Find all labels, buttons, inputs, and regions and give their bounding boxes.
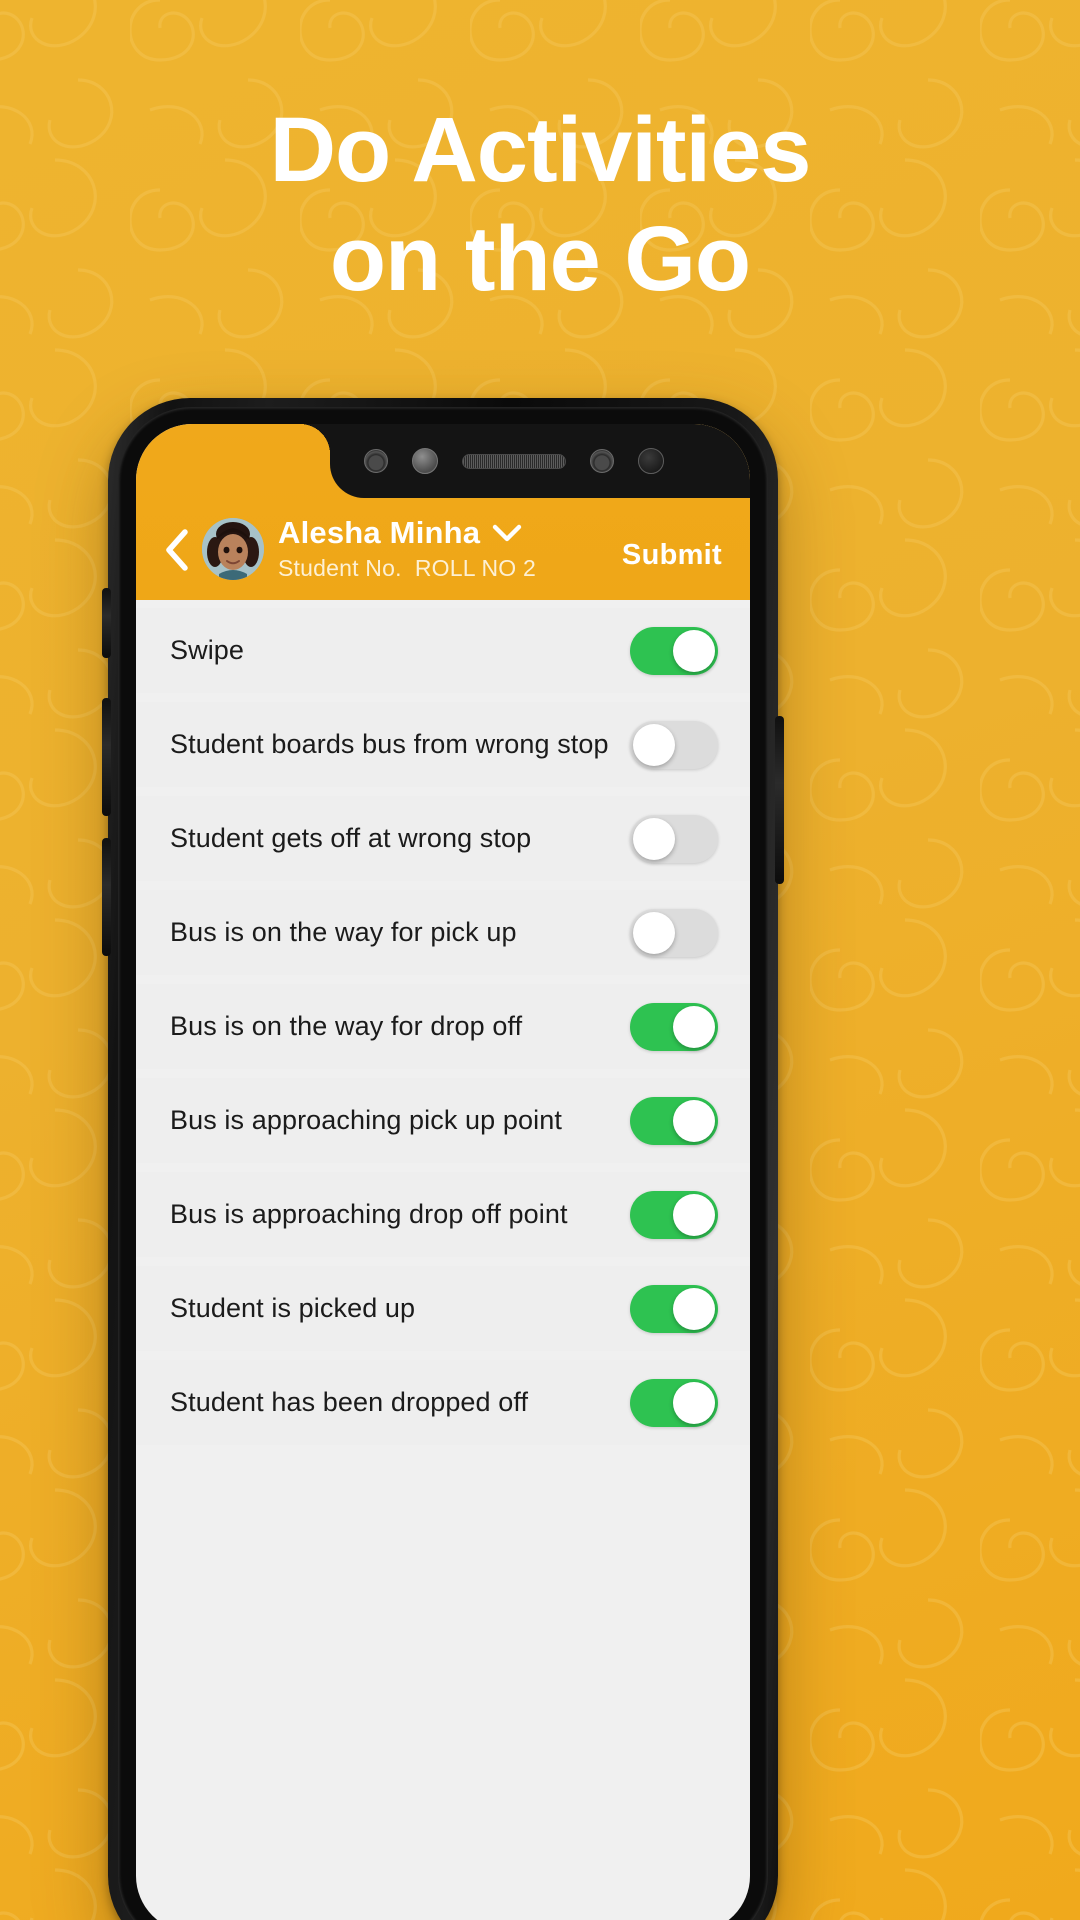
activity-row-label: Student has been dropped off	[170, 1387, 529, 1417]
activity-toggle[interactable]	[630, 908, 718, 957]
phone-notch	[300, 424, 750, 498]
proximity-sensor-icon	[590, 449, 614, 473]
activity-toggle[interactable]	[630, 720, 718, 769]
phone-mockup: Alesha Minha Student No. ROLL NO 2 Submi…	[102, 398, 784, 1920]
submit-button[interactable]: Submit	[620, 535, 724, 576]
activity-row[interactable]: Student gets off at wrong stop	[136, 796, 750, 881]
activity-row-label: Bus is approaching drop off point	[170, 1199, 568, 1229]
back-button[interactable]	[154, 522, 200, 578]
activity-toggle[interactable]	[630, 1190, 718, 1239]
promo-headline: Do Activities on the Go	[0, 96, 1080, 313]
front-camera-icon	[364, 449, 388, 473]
activity-list: Swipe Student boards bus from wrong stop S…	[136, 600, 750, 1445]
phone-button-left-top[interactable]	[102, 588, 111, 658]
activity-toggle[interactable]	[630, 1284, 718, 1333]
toggle-knob	[673, 1287, 715, 1330]
activity-toggle[interactable]	[630, 1002, 718, 1051]
activity-row[interactable]: Bus is on the way for pick up	[136, 890, 750, 975]
toggle-knob	[673, 1193, 715, 1236]
activity-toggle[interactable]	[630, 1378, 718, 1427]
headline-line-1: Do Activities	[269, 99, 812, 201]
sensor-icon	[412, 448, 438, 474]
phone-button-power[interactable]	[775, 716, 784, 884]
activity-row-label: Student is picked up	[170, 1293, 416, 1323]
activity-row-label: Bus is on the way for drop off	[170, 1011, 523, 1041]
avatar[interactable]	[202, 518, 264, 580]
activity-row-label: Student gets off at wrong stop	[170, 823, 532, 853]
toggle-knob	[673, 1005, 715, 1048]
activity-row-label: Bus is approaching pick up point	[170, 1105, 562, 1135]
activity-toggle[interactable]	[630, 814, 718, 863]
toggle-knob	[633, 723, 675, 766]
toggle-knob	[673, 629, 715, 672]
activity-row[interactable]: Student has been dropped off	[136, 1360, 750, 1445]
toggle-knob	[673, 1381, 715, 1424]
activity-toggle[interactable]	[630, 626, 718, 675]
toggle-knob	[633, 911, 675, 954]
ir-blaster-icon	[638, 448, 664, 474]
student-name: Alesha Minha	[278, 514, 481, 550]
headline-line-2: on the Go	[329, 207, 751, 310]
student-identity: Alesha Minha Student No. ROLL NO 2	[278, 514, 620, 582]
activity-row[interactable]: Swipe	[136, 608, 750, 693]
activity-row[interactable]: Student is picked up	[136, 1266, 750, 1351]
activity-row[interactable]: Student boards bus from wrong stop	[136, 702, 750, 787]
activity-row-label: Swipe	[170, 635, 245, 665]
activity-row-label: Bus is on the way for pick up	[170, 917, 517, 947]
phone-button-volume-down[interactable]	[102, 838, 111, 956]
student-number: Student No. ROLL NO 2	[278, 555, 536, 581]
chevron-down-icon[interactable]	[492, 524, 522, 542]
phone-button-volume-up[interactable]	[102, 698, 111, 816]
activity-toggle[interactable]	[630, 1096, 718, 1145]
toggle-knob	[673, 1099, 715, 1142]
student-avatar-image	[202, 518, 264, 580]
student-name-row[interactable]: Alesha Minha	[278, 514, 620, 550]
activity-row[interactable]: Bus is approaching pick up point	[136, 1078, 750, 1163]
activity-row[interactable]: Bus is on the way for drop off	[136, 984, 750, 1069]
toggle-knob	[633, 817, 675, 860]
activity-row-label: Student boards bus from wrong stop	[170, 729, 609, 759]
activity-row[interactable]: Bus is approaching drop off point	[136, 1172, 750, 1257]
back-chevron-icon	[166, 529, 188, 571]
earpiece-speaker-icon	[462, 453, 566, 469]
phone-screen: Alesha Minha Student No. ROLL NO 2 Submi…	[136, 424, 750, 1920]
